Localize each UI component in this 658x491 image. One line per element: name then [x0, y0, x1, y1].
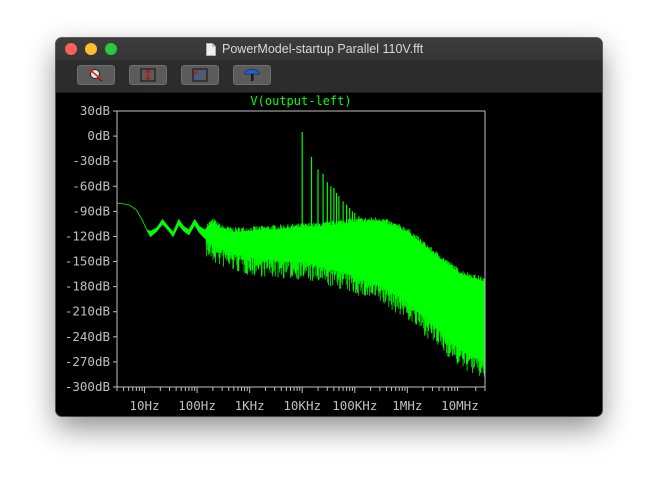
maximize-window-button[interactable]	[105, 43, 117, 55]
document-icon	[206, 42, 216, 56]
y-tick-label: -180dB	[65, 279, 110, 294]
y-tick-label: -210dB	[65, 304, 110, 319]
zoom-cancel-icon	[88, 68, 103, 82]
y-tick-label: -30dB	[72, 153, 110, 168]
x-tick-label: 1KHz	[235, 398, 265, 413]
fft-waveform-window: PowerModel-startup Parallel 110V.fft 30d…	[56, 38, 602, 416]
fft-chart: 30dB 0dB -30dB -60dB -90dB -120dB -150dB -180dB…	[65, 94, 486, 413]
plot-area[interactable]: 30dB 0dB -30dB -60dB -90dB -120dB -150dB -180dB…	[56, 93, 602, 416]
x-tick-label: 10Hz	[129, 398, 159, 413]
y-tick-label: -150dB	[65, 254, 110, 269]
chart-title: V(output-left)	[250, 94, 351, 108]
hammer-icon	[244, 69, 260, 81]
place-cursor-button[interactable]	[233, 65, 271, 85]
y-tick-label: 30dB	[80, 103, 110, 118]
y-tick-label: -90dB	[72, 203, 110, 218]
autorange-y-icon	[140, 68, 156, 82]
x-tick-label: 10KHz	[283, 398, 321, 413]
x-tick-label: 100KHz	[332, 398, 377, 413]
zoom-to-fit-icon	[192, 68, 208, 82]
close-window-button[interactable]	[65, 43, 77, 55]
zoom-cancel-button[interactable]	[77, 65, 115, 85]
title-bar[interactable]: PowerModel-startup Parallel 110V.fft	[56, 38, 602, 60]
y-tick-label: -60dB	[72, 178, 110, 193]
y-tick-label: -240dB	[65, 329, 110, 344]
y-tick-label: -300dB	[65, 379, 110, 394]
x-tick-label: 1MHz	[392, 398, 422, 413]
trace-layer	[116, 131, 486, 377]
x-tick-label: 100Hz	[178, 398, 216, 413]
y-tick-label: 0dB	[87, 128, 110, 143]
minimize-window-button[interactable]	[85, 43, 97, 55]
zoom-to-fit-button[interactable]	[181, 65, 219, 85]
y-tick-label: -270dB	[65, 354, 110, 369]
toolbar	[56, 60, 602, 93]
x-tick-label: 10MHz	[441, 398, 479, 413]
y-tick-label: -120dB	[65, 228, 110, 243]
trace-noise-lines	[205, 217, 485, 377]
autorange-y-button[interactable]	[129, 65, 167, 85]
window-title: PowerModel-startup Parallel 110V.fft	[222, 42, 424, 56]
